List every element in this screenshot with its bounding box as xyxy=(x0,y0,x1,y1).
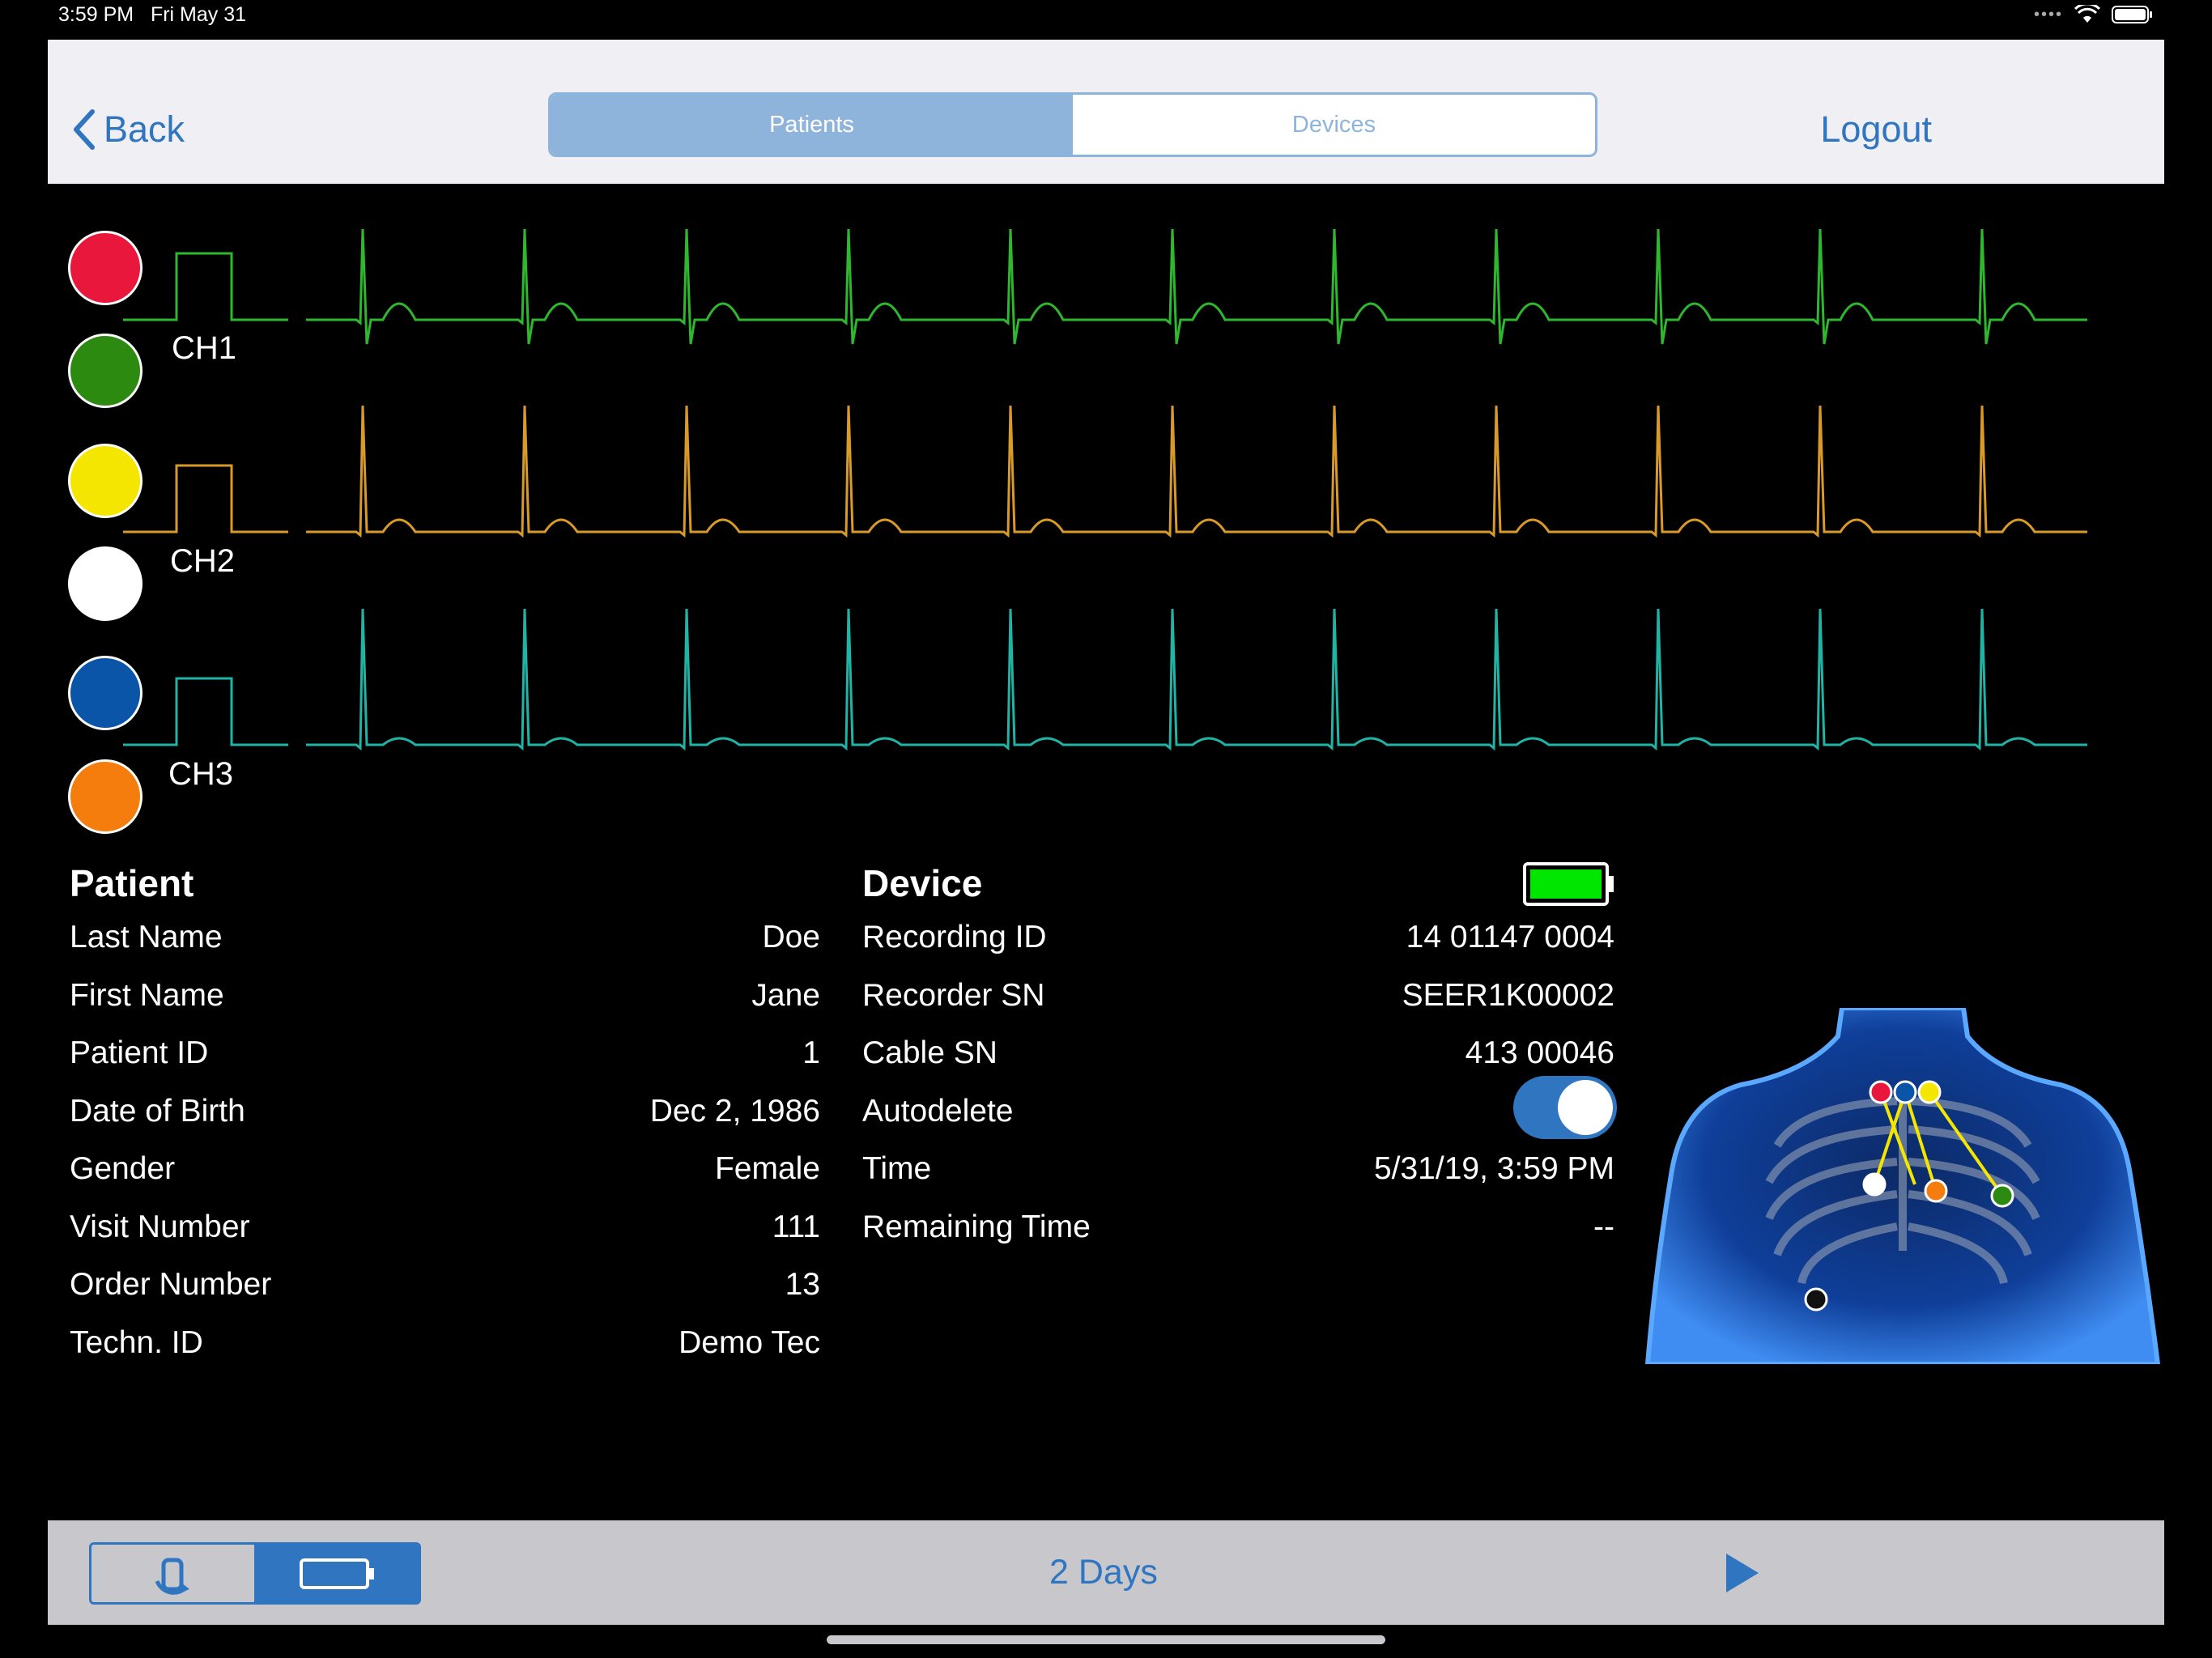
patient-field-value: Dec 2, 1986 xyxy=(649,1094,820,1129)
ch1-waveform xyxy=(123,228,2087,345)
patient-field-value: Jane xyxy=(751,978,820,1013)
device-field-label: Recorder SN xyxy=(862,978,1045,1013)
patient-field-label: Patient ID xyxy=(70,1035,209,1070)
electrode-red xyxy=(68,231,143,305)
electrode-green xyxy=(68,334,143,408)
ecg-display xyxy=(123,228,2087,751)
device-field-label: Remaining Time xyxy=(862,1209,1091,1244)
patient-field-value: 13 xyxy=(785,1267,820,1302)
view-mode-segmented-control[interactable] xyxy=(89,1542,421,1605)
battery-outline-icon xyxy=(299,1558,374,1589)
device-field-value: 413 00046 xyxy=(1465,1035,1614,1070)
electrode-yellow xyxy=(68,444,143,518)
ch3-waveform xyxy=(123,608,2087,751)
play-icon xyxy=(1726,1554,1759,1592)
ch2-waveform xyxy=(123,405,2087,538)
patient-field-value: Doe xyxy=(762,920,820,954)
electrode-white xyxy=(68,546,143,621)
patient-field-label: Last Name xyxy=(70,920,223,954)
patient-field-value: Demo Tec xyxy=(678,1325,820,1360)
electrode-orange xyxy=(68,759,143,834)
patient-field-label: Techn. ID xyxy=(70,1325,203,1360)
device-sync-button[interactable] xyxy=(91,1545,257,1602)
patient-field-value: 111 xyxy=(772,1209,820,1244)
channel-3-label: CH3 xyxy=(168,756,234,792)
patient-field-label: Order Number xyxy=(70,1267,272,1302)
recording-duration[interactable]: 2 Days xyxy=(1049,1553,1158,1592)
device-refresh-icon xyxy=(155,1558,190,1595)
device-section-title: Device xyxy=(862,862,983,904)
home-indicator[interactable] xyxy=(827,1635,1385,1644)
patient-field-label: First Name xyxy=(70,978,224,1013)
autodelete-toggle[interactable] xyxy=(1513,1076,1617,1139)
device-field-value: SEER1K00002 xyxy=(1402,978,1614,1013)
toggle-knob xyxy=(1558,1080,1613,1135)
channel-1-label: CH1 xyxy=(172,330,237,366)
patient-field-label: Gender xyxy=(70,1151,176,1186)
channel-2-label: CH2 xyxy=(170,543,236,579)
electrode-placement-diagram xyxy=(1644,1008,2161,1364)
patient-section-title: Patient xyxy=(70,862,194,904)
electrode-blue xyxy=(68,656,143,730)
device-field-label: Time xyxy=(862,1151,932,1186)
patient-field-value: Female xyxy=(714,1151,820,1186)
patient-field-value: 1 xyxy=(802,1035,820,1070)
device-field-label: Recording ID xyxy=(862,920,1047,954)
patient-field-label: Date of Birth xyxy=(70,1094,245,1129)
device-field-value: 14 01147 0004 xyxy=(1406,920,1614,954)
play-button[interactable] xyxy=(1723,1552,1762,1594)
patient-field-label: Visit Number xyxy=(70,1209,250,1244)
device-field-label: Autodelete xyxy=(862,1094,1014,1129)
device-field-value: -- xyxy=(1593,1209,1614,1244)
device-field-value: 5/31/19, 3:59 PM xyxy=(1373,1151,1614,1186)
device-battery-icon xyxy=(1523,862,1614,906)
battery-view-button[interactable] xyxy=(256,1545,419,1602)
device-field-label: Cable SN xyxy=(862,1035,998,1070)
